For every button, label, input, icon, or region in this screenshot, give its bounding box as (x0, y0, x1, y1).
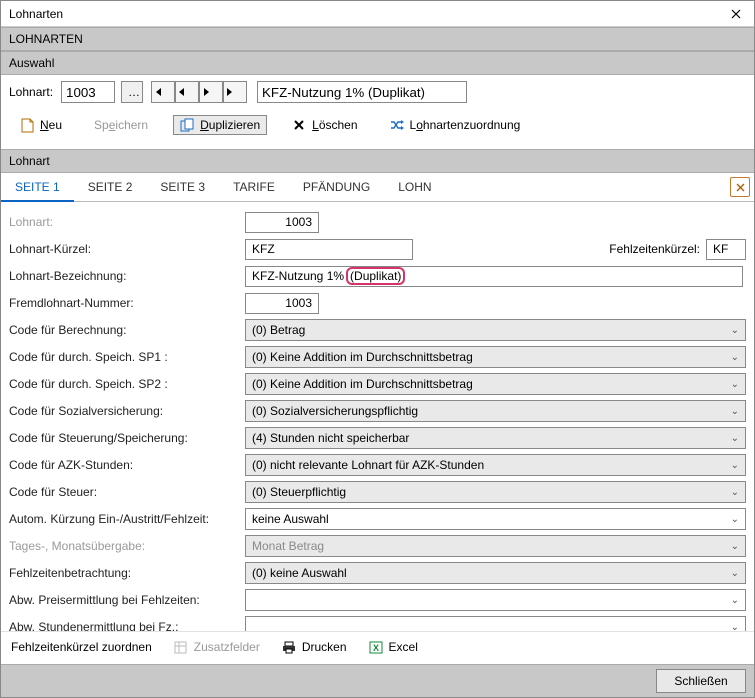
fremd-label: Fremdlohnart-Nummer: (9, 296, 245, 310)
chevron-down-icon: ⌄ (731, 352, 739, 363)
last-icon (224, 87, 236, 97)
abw-preis-select[interactable]: ⌄ (245, 589, 746, 611)
section-header-lohnart: Lohnart (1, 149, 754, 173)
window-close-button[interactable] (718, 1, 754, 27)
new-icon (20, 118, 34, 132)
lohnart-picker-button[interactable]: … (121, 81, 143, 103)
tab-lohn[interactable]: LOHN (384, 174, 445, 200)
excel-icon: X (369, 640, 383, 654)
chevron-down-icon: ⌄ (731, 433, 739, 444)
code-sp2-label: Code für durch. Speich. SP2 : (9, 377, 245, 391)
abw-stunden-label: Abw. Stundenermittlung bei Fz.: (9, 620, 245, 631)
delete-icon (292, 118, 306, 132)
nav-first-button[interactable] (151, 81, 175, 103)
close-icon (731, 9, 741, 19)
nav-next-button[interactable] (199, 81, 223, 103)
code-azk-select[interactable]: (0) nicht relevante Lohnart für AZK-Stun… (245, 454, 746, 476)
nav-last-button[interactable] (223, 81, 247, 103)
abw-stunden-select[interactable]: ⌄ (245, 616, 746, 631)
chevron-down-icon: ⌄ (731, 541, 739, 552)
nav-prev-button[interactable] (175, 81, 199, 103)
code-sp2-select[interactable]: (0) Keine Addition im Durchschnittsbetra… (245, 373, 746, 395)
bez-label: Lohnart-Bezeichnung: (9, 269, 245, 283)
kuerzung-label: Autom. Kürzung Ein-/Austritt/Fehlzeit: (9, 512, 245, 526)
code-berechnung-select[interactable]: (0) Betrag⌄ (245, 319, 746, 341)
fremd-input[interactable] (245, 293, 319, 314)
chevron-down-icon: ⌄ (731, 406, 739, 417)
tab-close-button[interactable] (730, 177, 750, 197)
schliessen-button[interactable]: Schließen Schließen (656, 669, 746, 693)
speichern-button: Speichern Speichern (87, 115, 155, 135)
excel-button[interactable]: X Excel Excel (369, 640, 418, 654)
first-icon (152, 87, 164, 97)
code-berechnung-label: Code für Berechnung: (9, 323, 245, 337)
next-icon (200, 87, 212, 97)
tab-seite1[interactable]: SEITE 1 (1, 174, 74, 202)
bez-duplikat-highlight: (Duplikat) (346, 267, 405, 285)
lohnart-input[interactable] (245, 212, 319, 233)
fehlzeitbetr-select[interactable]: (0) keine Auswahl⌄ (245, 562, 746, 584)
kuerzung-select[interactable]: keine Auswahl⌄ (245, 508, 746, 530)
fehlzeitbetr-label: Fehlzeitenbetrachtung: (9, 566, 245, 580)
chevron-down-icon: ⌄ (731, 379, 739, 390)
chevron-down-icon: ⌄ (731, 325, 739, 336)
tab-seite2[interactable]: SEITE 2 (74, 174, 147, 200)
zusatzfelder-button: Zusatzfelder Zusatzfelder (174, 640, 260, 654)
fehlzeitenkuerzel-input[interactable] (706, 239, 746, 260)
tagmonat-select: Monat Betrag⌄ (245, 535, 746, 557)
lohnart-code-input[interactable] (61, 81, 115, 103)
fields-icon (174, 640, 188, 654)
code-sp1-label: Code für durch. Speich. SP1 : (9, 350, 245, 364)
bez-input[interactable]: KFZ-Nutzung 1% (Duplikat) (245, 266, 743, 287)
chevron-down-icon: ⌄ (731, 595, 739, 606)
fehlzeitenkuerzel-label: Fehlzeitenkürzel: (609, 242, 700, 256)
zuordnung-button[interactable]: Lohnartenzuordnung Lohnartenzuordnung (383, 115, 528, 135)
tab-pfaendung[interactable]: PFÄNDUNG (289, 174, 384, 200)
code-azk-label: Code für AZK-Stunden: (9, 458, 245, 472)
chevron-down-icon: ⌄ (731, 487, 739, 498)
window-title: Lohnarten (9, 7, 63, 21)
prev-icon (176, 87, 188, 97)
bez-value-prefix: KFZ-Nutzung 1% (252, 269, 344, 283)
tab-tarife[interactable]: TARIFE (219, 174, 289, 200)
fehlzeiten-zuordnen-button[interactable]: Fehlzeitenkürzel zuordnen Fehlzeitenkürz… (11, 640, 152, 654)
lohnart-desc-input[interactable] (257, 81, 467, 103)
loeschen-button[interactable]: Löschen Löschen (285, 115, 364, 135)
tagmonat-label: Tages-, Monatsübergabe: (9, 539, 245, 553)
print-icon (282, 640, 296, 654)
code-sp1-select[interactable]: (0) Keine Addition im Durchschnittsbetra… (245, 346, 746, 368)
code-steuerung-label: Code für Steuerung/Speicherung: (9, 431, 245, 445)
kuerzel-label: Lohnart-Kürzel: (9, 242, 245, 256)
chevron-down-icon: ⌄ (731, 568, 739, 579)
duplicate-icon (180, 118, 194, 132)
drucken-button[interactable]: Drucken Drucken (282, 640, 347, 654)
code-steuer-label: Code für Steuer: (9, 485, 245, 499)
section-header-auswahl: Auswahl (1, 51, 754, 75)
abw-preis-label: Abw. Preisermittlung bei Fehlzeiten: (9, 593, 245, 607)
speichern-label: Speichern (94, 118, 148, 132)
titlebar: Lohnarten (1, 1, 754, 27)
duplizieren-button[interactable]: Duplizieren Duplizieren (173, 115, 267, 135)
kuerzel-input[interactable] (245, 239, 413, 260)
shuffle-icon (390, 118, 404, 132)
chevron-down-icon: ⌄ (731, 460, 739, 471)
lohnart-label: Lohnart: (9, 215, 245, 229)
chevron-down-icon: ⌄ (731, 622, 739, 632)
code-steuerung-select[interactable]: (4) Stunden nicht speicherbar⌄ (245, 427, 746, 449)
close-icon (736, 183, 745, 192)
chevron-down-icon: ⌄ (731, 514, 739, 525)
tab-seite3[interactable]: SEITE 3 (146, 174, 219, 200)
code-sv-select[interactable]: (0) Sozialversicherungspflichtig⌄ (245, 400, 746, 422)
lohnart-nav-label: Lohnart: (9, 85, 53, 99)
neu-button[interactable]: NNeueu (13, 115, 69, 135)
section-header-lohnarten: LOHNARTEN (1, 27, 754, 51)
code-steuer-select[interactable]: (0) Steuerpflichtig⌄ (245, 481, 746, 503)
svg-text:X: X (373, 643, 379, 653)
code-sv-label: Code für Sozialversicherung: (9, 404, 245, 418)
